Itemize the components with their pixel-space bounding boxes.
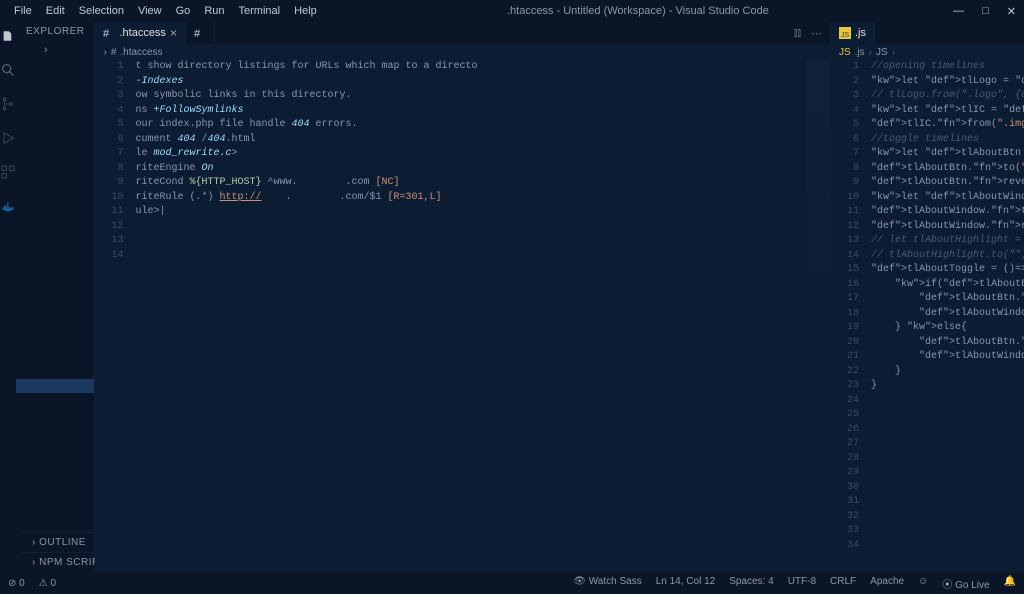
source-control-icon[interactable] <box>0 96 16 112</box>
status-spaces[interactable]: Spaces: 4 <box>729 576 773 591</box>
status-ln-col[interactable]: Ln 14, Col 12 <box>656 576 716 591</box>
code-area-2[interactable]: 1234567891011121314151617181920212223242… <box>831 60 1024 572</box>
svg-text:JS: JS <box>841 32 850 39</box>
svg-text:#: # <box>194 28 201 39</box>
menu-help[interactable]: Help <box>288 3 323 19</box>
status-feedback-icon[interactable]: ☺ <box>918 576 928 591</box>
tree-row[interactable] <box>16 267 94 281</box>
tree-row[interactable] <box>16 225 94 239</box>
menu-terminal[interactable]: Terminal <box>233 3 287 19</box>
status-go-live[interactable]: ⦿ Go Live <box>942 576 989 591</box>
window-title: .htaccess - Untitled (Workspace) - Visua… <box>323 5 953 17</box>
tab-hidden[interactable]: # <box>186 22 215 44</box>
file-tree[interactable]: › <box>16 41 94 395</box>
tree-row[interactable] <box>16 309 94 323</box>
search-icon[interactable] <box>0 62 16 78</box>
minimize-icon[interactable]: — <box>953 5 964 18</box>
title-bar: File Edit Selection View Go Run Terminal… <box>0 0 1024 22</box>
tab-label: .js <box>855 27 866 39</box>
tree-row[interactable] <box>16 57 94 71</box>
status-bar: ⊘ 0 ⚠ 0 👁 Watch Sass Ln 14, Col 12 Space… <box>0 572 1024 594</box>
minimap[interactable] <box>806 60 830 572</box>
tree-row[interactable] <box>16 239 94 253</box>
tree-row[interactable] <box>16 127 94 141</box>
tree-row[interactable] <box>16 281 94 295</box>
more-icon[interactable]: ⋯ <box>811 27 822 40</box>
docker-icon[interactable] <box>0 198 16 214</box>
compare-icon[interactable]: ⫾⫾ <box>794 27 801 40</box>
menu-run[interactable]: Run <box>198 3 230 19</box>
tree-row[interactable] <box>16 197 94 211</box>
tree-row[interactable] <box>16 99 94 113</box>
hash-icon: # <box>111 47 117 58</box>
debug-icon[interactable] <box>0 130 16 146</box>
editor-pane-1: # .htaccess × # ⫾⫾ ⋯ ›#.htaccess 1234567… <box>95 22 831 572</box>
tree-row[interactable] <box>16 365 94 379</box>
js-icon: JS <box>839 27 851 39</box>
tab-label: .htaccess <box>119 27 165 39</box>
outline-section[interactable]: OUTLINE <box>39 537 86 548</box>
menu-bar: File Edit Selection View Go Run Terminal… <box>8 3 323 19</box>
tree-row[interactable] <box>16 71 94 85</box>
tree-row-selected[interactable] <box>16 379 94 393</box>
tree-row[interactable] <box>16 253 94 267</box>
sidebar-header: EXPLORER <box>16 22 94 41</box>
breadcrumb[interactable]: ›#.htaccess <box>95 44 830 60</box>
explorer-icon[interactable] <box>0 28 14 44</box>
tab-htaccess[interactable]: # .htaccess × <box>95 22 185 44</box>
status-errors[interactable]: ⊘ 0 <box>8 578 25 589</box>
status-bell-icon[interactable]: 🔔 <box>1004 576 1016 591</box>
tab-js[interactable]: JS .js <box>831 22 875 44</box>
activity-bar <box>0 22 16 572</box>
status-watch-sass[interactable]: 👁 Watch Sass <box>573 576 641 591</box>
menu-edit[interactable]: Edit <box>40 3 71 19</box>
tab-close-icon[interactable]: × <box>170 26 177 40</box>
tree-row[interactable] <box>16 155 94 169</box>
hash-icon: # <box>103 27 115 39</box>
tree-row[interactable] <box>16 295 94 309</box>
tree-row[interactable] <box>16 337 94 351</box>
code-area-1[interactable]: 1234567891011121314 t show directory lis… <box>95 60 830 572</box>
status-eol[interactable]: CRLF <box>830 576 856 591</box>
tree-row[interactable] <box>16 113 94 127</box>
extensions-icon[interactable] <box>0 164 16 180</box>
menu-file[interactable]: File <box>8 3 38 19</box>
hash-icon: # <box>194 27 206 39</box>
svg-text:#: # <box>103 28 110 39</box>
js-icon: JS <box>839 47 851 58</box>
menu-selection[interactable]: Selection <box>73 3 130 19</box>
maximize-icon[interactable]: □ <box>982 5 989 18</box>
status-encoding[interactable]: UTF-8 <box>788 576 816 591</box>
menu-go[interactable]: Go <box>170 3 197 19</box>
status-language[interactable]: Apache <box>870 576 904 591</box>
tree-row[interactable] <box>16 323 94 337</box>
tree-row[interactable] <box>16 211 94 225</box>
status-warnings[interactable]: ⚠ 0 <box>39 578 56 589</box>
sidebar: EXPLORER › <box>16 22 95 572</box>
menu-view[interactable]: View <box>132 3 168 19</box>
tree-row[interactable] <box>16 85 94 99</box>
tree-row[interactable] <box>16 351 94 365</box>
editor-pane-2: JS .js ▷ ⫾⫾ ⋯ JS.js›JS› 1234567891011121… <box>831 22 1024 572</box>
tree-row[interactable]: › <box>16 43 94 57</box>
tree-row[interactable] <box>16 183 94 197</box>
tree-row[interactable] <box>16 169 94 183</box>
tree-row[interactable] <box>16 141 94 155</box>
close-icon[interactable]: ✕ <box>1007 5 1016 18</box>
breadcrumb[interactable]: JS.js›JS› <box>831 44 1024 60</box>
